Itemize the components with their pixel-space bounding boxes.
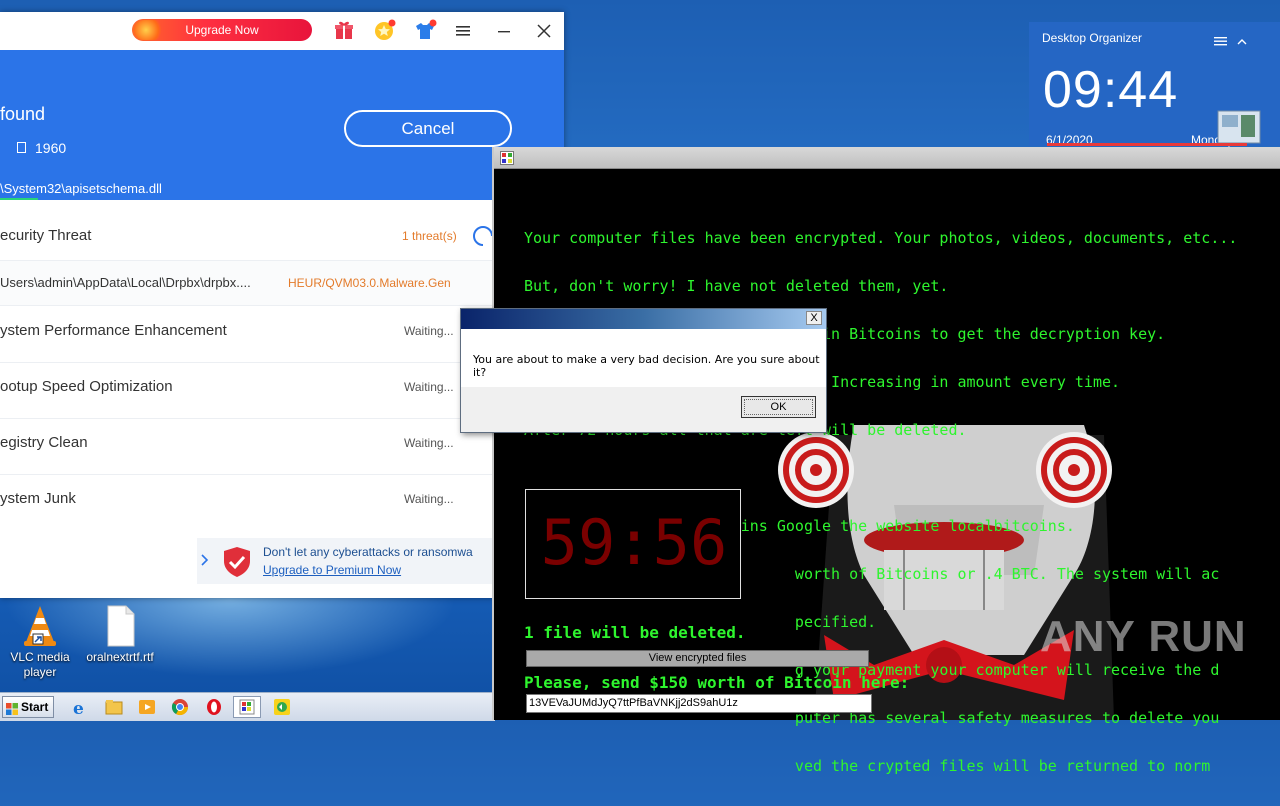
- row-label: ootup Speed Optimization: [0, 378, 173, 395]
- menu-icon[interactable]: [455, 24, 471, 43]
- chevron-up-icon[interactable]: [1237, 33, 1247, 51]
- scan-found-label: found: [0, 104, 46, 124]
- result-row-security-threat[interactable]: ecurity Threat 1 threat(s): [0, 200, 494, 261]
- bitcoin-address-field[interactable]: 13VEVaJUMdJyQ7ttPfBaVNKjj2dS9ahU1z: [526, 694, 872, 713]
- promo-text: Don't let any cyberattacks or ransomwa: [263, 545, 473, 559]
- loading-spinner-icon: [472, 225, 494, 252]
- threat-file-path: Users\admin\AppData\Local\Drpbx\drpbx...…: [0, 275, 251, 290]
- chevron-right-icon[interactable]: [201, 553, 209, 572]
- desktop-icon-vlc[interactable]: VLC media player: [2, 604, 78, 680]
- view-encrypted-files-button[interactable]: View encrypted files: [526, 650, 869, 667]
- windows-logo-icon: [6, 701, 18, 715]
- watermark-text: ANY RUN: [1040, 612, 1247, 661]
- desktop-icon-label: VLC media player: [10, 650, 70, 679]
- minimize-icon[interactable]: [496, 24, 512, 43]
- threat-detail-row[interactable]: Users\admin\AppData\Local\Drpbx\drpbx...…: [0, 261, 492, 306]
- row-status: Waiting...: [404, 380, 454, 394]
- document-icon: [100, 604, 140, 648]
- threat-name: HEUR/QVM03.0.Malware.Gen: [288, 276, 451, 290]
- taskbar-opera-icon[interactable]: [200, 696, 228, 718]
- taskbar-ie-icon[interactable]: e: [66, 696, 94, 719]
- document-count-icon: [17, 142, 26, 153]
- start-label: Start: [21, 700, 49, 714]
- ransom-line: Your computer files have been encrypted.…: [524, 229, 1238, 247]
- taskbar-media-player-icon[interactable]: [133, 696, 161, 718]
- taskbar-chrome-icon[interactable]: [166, 696, 194, 718]
- flame-icon: [134, 20, 164, 40]
- upgrade-label: Upgrade Now: [185, 23, 259, 37]
- dialog-close-button[interactable]: X: [806, 311, 822, 325]
- upgrade-now-button[interactable]: Upgrade Now: [132, 19, 312, 41]
- desktop-organizer-widget: Desktop Organizer 09:44 6/1/2020 Monday: [1029, 22, 1280, 147]
- row-status: Waiting...: [404, 436, 454, 450]
- dialog-ok-button[interactable]: OK: [741, 396, 816, 418]
- scan-header: found 1960 \System32\apisetschema.dll Ca…: [0, 50, 564, 200]
- start-button[interactable]: Start: [2, 696, 54, 718]
- premium-promo-banner: Don't let any cyberattacks or ransomwa U…: [197, 538, 497, 584]
- ransom-line: But, don't worry! I have not deleted the…: [524, 277, 949, 295]
- files-to-delete-text: 1 file will be deleted.: [524, 623, 746, 642]
- ransom-line: ved the crypted files will be returned t…: [524, 757, 1211, 775]
- tshirt-skin-icon[interactable]: [413, 19, 437, 48]
- result-row-junk[interactable]: ystem Junk Waiting...: [0, 474, 492, 530]
- taskbar: Start e: [0, 692, 495, 721]
- taskbar-360-security-icon[interactable]: [268, 696, 296, 718]
- star-badge-icon[interactable]: [373, 19, 397, 48]
- row-label: ystem Junk: [0, 490, 76, 507]
- scanned-file-count: 1960: [35, 140, 67, 156]
- svg-text:e: e: [73, 699, 84, 718]
- desktop-icon-rtf-file[interactable]: oralnextrtf.rtf: [82, 604, 158, 665]
- dialog-titlebar: X: [461, 309, 826, 329]
- dialog-body: You are about to make a very bad decisio…: [461, 329, 826, 387]
- warning-dialog: X You are about to make a very bad decis…: [460, 308, 827, 433]
- close-icon[interactable]: [536, 23, 552, 44]
- organizer-title: Desktop Organizer: [1042, 31, 1143, 45]
- row-label: ystem Performance Enhancement: [0, 322, 227, 339]
- countdown-timer-box: 59:56: [525, 489, 741, 599]
- cancel-scan-button[interactable]: Cancel: [344, 110, 512, 147]
- anyrun-watermark: ANY RUN: [1040, 612, 1247, 662]
- payment-instruction: Please, send $150 worth of Bitcoin here:: [524, 673, 910, 692]
- organizer-accent-bar: [1047, 143, 1247, 146]
- threat-count: 1 threat(s): [402, 229, 457, 243]
- shield-icon: [222, 546, 252, 583]
- row-label: ecurity Threat: [0, 227, 92, 244]
- menu-icon[interactable]: [1214, 33, 1227, 51]
- current-scan-path: \System32\apisetschema.dll: [0, 181, 162, 196]
- security-app-window: Upgrade Now found 1960 \System32\apisets…: [0, 12, 564, 598]
- row-status: Waiting...: [404, 492, 454, 506]
- desktop-icon-label: oralnextrtf.rtf: [86, 650, 154, 664]
- row-label: egistry Clean: [0, 434, 88, 451]
- clock-time: 09:44: [1043, 61, 1179, 119]
- row-status: Waiting...: [404, 324, 454, 338]
- taskbar-ransomware-app-icon[interactable]: [233, 696, 261, 718]
- result-row-bootup[interactable]: ootup Speed Optimization Waiting...: [0, 362, 492, 419]
- result-row-registry[interactable]: egistry Clean Waiting...: [0, 418, 492, 475]
- ransomware-titlebar: [494, 147, 1280, 169]
- ransom-line: [524, 470, 1280, 486]
- upgrade-premium-link[interactable]: Upgrade to Premium Now: [263, 563, 401, 577]
- app-icon: [500, 151, 514, 170]
- result-row-performance[interactable]: ystem Performance Enhancement Waiting...: [0, 306, 492, 363]
- countdown-timer: 59:56: [540, 506, 728, 579]
- gift-icon[interactable]: [333, 19, 355, 46]
- dialog-message: You are about to make a very bad decisio…: [473, 353, 820, 379]
- vlc-cone-icon: [20, 604, 60, 648]
- security-app-titlebar: Upgrade Now: [0, 12, 564, 50]
- taskbar-explorer-icon[interactable]: [100, 696, 128, 718]
